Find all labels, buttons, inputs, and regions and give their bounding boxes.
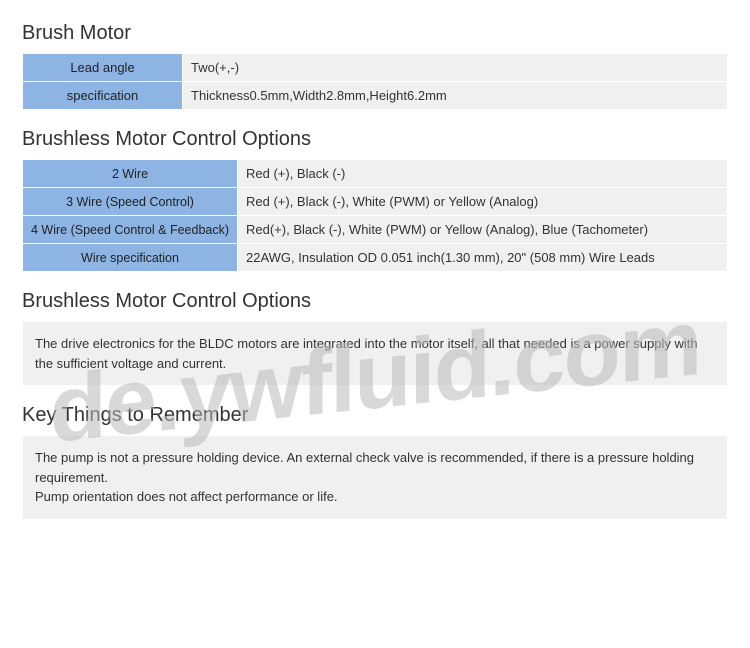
section-title-key-things: Key Things to Remember [22, 404, 728, 427]
section-title-brushless-desc: Brushless Motor Control Options [22, 290, 728, 313]
cell-value: 22AWG, Insulation OD 0.051 inch(1.30 mm)… [238, 244, 728, 272]
cell-value: Two(+,-) [183, 54, 728, 82]
paragraph-brushless-desc: The drive electronics for the BLDC motor… [22, 321, 728, 386]
cell-label: 4 Wire (Speed Control & Feedback) [23, 216, 238, 244]
cell-value: Thickness0.5mm,Width2.8mm,Height6.2mm [183, 82, 728, 110]
section-title-brushless-options: Brushless Motor Control Options [22, 128, 728, 151]
paragraph-key-things: The pump is not a pressure holding devic… [22, 435, 728, 520]
cell-value: Red (+), Black (-), White (PWM) or Yello… [238, 188, 728, 216]
cell-label: 2 Wire [23, 160, 238, 188]
table-brushless-options: 2 Wire Red (+), Black (-) 3 Wire (Speed … [22, 159, 728, 272]
table-row: 4 Wire (Speed Control & Feedback) Red(+)… [23, 216, 728, 244]
cell-label: 3 Wire (Speed Control) [23, 188, 238, 216]
cell-value: Red (+), Black (-) [238, 160, 728, 188]
cell-value: Red(+), Black (-), White (PWM) or Yellow… [238, 216, 728, 244]
table-row: 2 Wire Red (+), Black (-) [23, 160, 728, 188]
table-brush-motor: Lead angle Two(+,-) specification Thickn… [22, 53, 728, 110]
text-line: The pump is not a pressure holding devic… [35, 450, 694, 485]
table-row: specification Thickness0.5mm,Width2.8mm,… [23, 82, 728, 110]
cell-label: Lead angle [23, 54, 183, 82]
text-line: Pump orientation does not affect perform… [35, 489, 338, 504]
section-title-brush-motor: Brush Motor [22, 22, 728, 45]
cell-label: Wire specification [23, 244, 238, 272]
table-row: Lead angle Two(+,-) [23, 54, 728, 82]
cell-label: specification [23, 82, 183, 110]
table-row: Wire specification 22AWG, Insulation OD … [23, 244, 728, 272]
table-row: 3 Wire (Speed Control) Red (+), Black (-… [23, 188, 728, 216]
